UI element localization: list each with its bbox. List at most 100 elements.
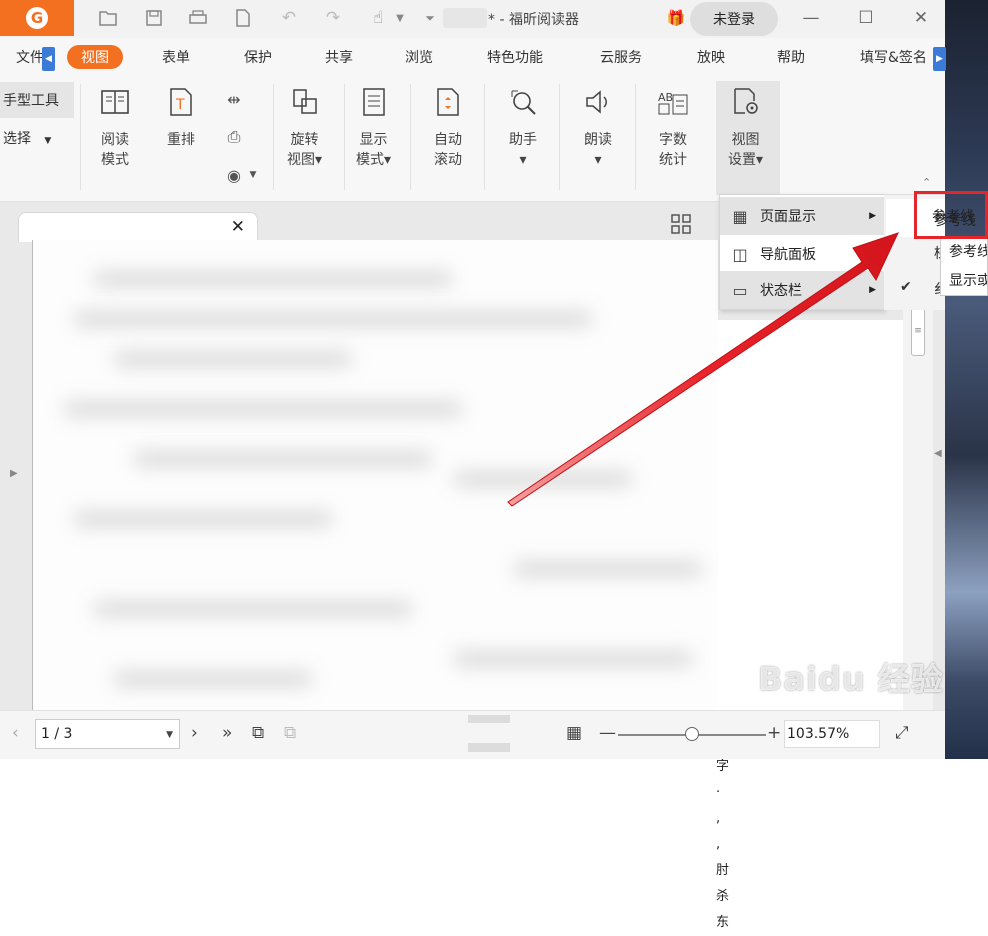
ribbon-separator [484,84,485,190]
page-view-icon[interactable]: ⎙ [219,124,249,150]
submenu-item-show-hide[interactable]: 显示或 [949,270,987,290]
splitter-handle[interactable] [468,715,510,723]
document-tab[interactable]: ✕ [18,212,258,242]
document-page[interactable] [32,240,718,710]
blurred-text [453,470,633,488]
grid-view-icon[interactable] [671,214,691,239]
splitter-handle[interactable] [468,743,510,752]
watermark-url: jingyan.baidu.com [760,694,880,709]
menu-item-navigation-panel[interactable]: ◫ 导航面板 [720,235,884,273]
undo-icon[interactable]: ↶ [277,7,301,29]
customize-toolbar-icon[interactable]: ⏷ [422,7,438,29]
last-page-icon[interactable]: » [222,723,232,743]
zoom-slider-knob[interactable] [685,727,699,741]
page-edge-text: 字 · , , 肘 杀 东 [716,759,730,930]
select-tool-button[interactable]: 选择 ▼ [3,128,51,148]
window-title: * - 福昕阅读器 [488,12,579,28]
hand-icon[interactable]: ☝ [366,7,390,29]
tab-features[interactable]: 特色功能 [487,45,543,69]
tab-file[interactable]: 文件 [16,45,44,69]
tab-view[interactable]: 视图 [67,45,123,69]
menu-item-page-display[interactable]: ▦ 页面显示 ▶ [720,197,884,235]
right-panel-toggle-icon[interactable]: ◀ [934,448,942,459]
vertical-scrollbar[interactable]: ≡ [903,302,933,710]
page-layout-icon[interactable]: ▦ [566,723,582,743]
blurred-text [93,600,413,618]
tabs-scroll-right-icon[interactable]: ▶ [933,47,946,71]
menu-item-status-bar[interactable]: ▭ 状态栏 ▶ [720,271,884,309]
fit-width-icon[interactable]: ⇹ [219,86,249,112]
rotate-view-button[interactable]: 旋转 视图▾ [287,86,322,170]
view-settings-icon [730,86,762,118]
reflow-button[interactable]: T 重排 [165,86,197,150]
next-page-icon[interactable]: › [191,723,198,743]
svg-text:AB: AB [658,91,673,104]
close-tab-icon[interactable]: ✕ [231,217,245,237]
tab-browse[interactable]: 浏览 [405,45,433,69]
reflow-icon: T [165,86,197,118]
tab-slideshow[interactable]: 放映 [697,45,725,69]
print-icon[interactable] [186,7,210,29]
blurred-text [513,560,703,578]
zoom-level[interactable]: 103.57% [784,720,880,748]
submenu-arrow-icon: ▶ [869,211,876,221]
open-folder-icon[interactable] [96,7,120,29]
display-mode-icon [358,86,390,118]
previous-view-icon[interactable]: ⧉ [252,723,264,743]
ribbon-separator [273,84,274,190]
close-window-icon[interactable]: ✕ [906,6,936,30]
left-panel-toggle-icon[interactable]: ▶ [10,468,18,479]
gift-icon[interactable]: 🎁 [664,7,688,29]
new-document-icon[interactable] [231,7,255,29]
submenu-item-guides[interactable]: 参考线 [949,241,987,261]
prev-page-icon[interactable]: ‹ [12,723,19,743]
annotation-highlight-box [914,191,988,239]
nav-panel-icon: ◫ [732,244,748,264]
tabs-scroll-left-icon[interactable]: ◀ [42,47,55,71]
page-number-input[interactable]: 1 / 3 ▼ [35,719,180,749]
assistant-icon [507,86,539,118]
view-settings-menu: ▦ 页面显示 ▶ ◫ 导航面板 ▭ 状态栏 ▶ [719,194,885,310]
fullscreen-icon[interactable]: ⤢ [895,723,909,743]
hand-tool-button[interactable]: 手型工具 [0,82,74,118]
status-bar: ‹ 1 / 3 ▼ › » ⧉ ⧉ ▦ — + 103.57% ⤢ [0,710,945,759]
read-aloud-button[interactable]: 朗读 ▾ [582,86,614,170]
foxit-logo-icon: G [26,7,48,29]
hand-dropdown-icon[interactable]: ▼ [392,7,408,29]
title-bar: G ↶ ↷ ☝ ▼ ⏷ * - 福昕阅读器 🎁 未登录 — ☐ ✕ [0,0,945,38]
blurred-text [93,270,453,288]
document-name-blurred [443,8,487,28]
blurred-text [453,650,693,668]
svg-text:T: T [175,97,185,113]
tab-form[interactable]: 表单 [162,45,190,69]
minimize-icon[interactable]: — [796,6,826,30]
desktop-background [945,0,988,759]
save-icon[interactable] [142,7,166,29]
auto-scroll-button[interactable]: 自动 滚动 [432,86,464,170]
eye-icon[interactable]: ◉ [219,162,249,188]
reading-mode-icon [99,86,131,118]
guides-submenu: 参考线 显示或 [940,238,988,296]
zoom-out-icon[interactable]: — [599,723,616,743]
reading-mode-button[interactable]: 阅读 模式 [99,86,131,170]
tab-cloud[interactable]: 云服务 [600,45,642,69]
tab-share[interactable]: 共享 [325,45,353,69]
app-logo[interactable]: G [0,0,74,36]
word-count-button[interactable]: AB 字数 统计 [657,86,689,170]
tab-help[interactable]: 帮助 [777,45,805,69]
tab-fill-sign[interactable]: 填写&签名 [860,45,927,69]
display-mode-button[interactable]: 显示 模式▾ [356,86,391,170]
view-settings-button[interactable]: 视图 设置▾ [728,86,763,170]
maximize-icon[interactable]: ☐ [851,6,881,30]
collapse-ribbon-icon[interactable]: ⌃ [922,176,931,189]
redo-icon[interactable]: ↷ [321,7,345,29]
page-dropdown-icon[interactable]: ▼ [166,730,173,740]
login-button[interactable]: 未登录 [690,2,778,36]
scrollbar-thumb[interactable]: ≡ [911,306,925,356]
tab-protect[interactable]: 保护 [244,45,272,69]
next-view-icon[interactable]: ⧉ [284,723,296,743]
ribbon-separator [635,84,636,190]
eye-dropdown-icon[interactable]: ▼ [246,162,260,188]
zoom-in-icon[interactable]: + [767,723,781,743]
assistant-button[interactable]: 助手 ▾ [507,86,539,170]
